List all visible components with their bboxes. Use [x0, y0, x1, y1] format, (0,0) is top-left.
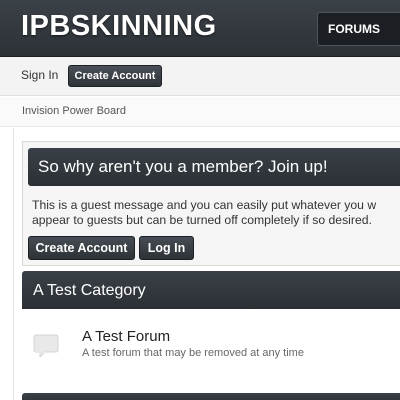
- forum-bubble-icon: [33, 334, 59, 358]
- site-header: IPBSKINNING FORUMS: [0, 0, 400, 57]
- content-divider: [13, 128, 14, 400]
- user-bar: Sign In Create Account: [0, 57, 400, 96]
- create-account-button[interactable]: Create Account: [68, 65, 162, 87]
- tab-forums[interactable]: FORUMS: [317, 12, 400, 46]
- guest-message-title: So why aren't you a member? Join up!: [38, 157, 328, 176]
- forum-description: A test forum that may be removed at any …: [82, 347, 304, 359]
- next-category-header: [22, 393, 400, 400]
- category-title[interactable]: A Test Category: [33, 282, 146, 300]
- guest-message-text: This is a guest message and you can easi…: [32, 198, 400, 228]
- site-logo[interactable]: IPBSKINNING: [21, 10, 217, 43]
- guest-message-line: This is a guest message and you can easi…: [32, 198, 377, 212]
- sign-in-link[interactable]: Sign In: [21, 68, 58, 82]
- guest-message-line: appear to guests but can be turned off c…: [32, 213, 372, 227]
- forum-title-link[interactable]: A Test Forum: [82, 328, 170, 345]
- breadcrumb: Invision Power Board: [0, 97, 400, 127]
- breadcrumb-item-home[interactable]: Invision Power Board: [22, 105, 126, 117]
- guest-create-account-button[interactable]: Create Account: [28, 236, 135, 260]
- forum-row: [22, 309, 400, 377]
- guest-login-button[interactable]: Log In: [139, 236, 194, 260]
